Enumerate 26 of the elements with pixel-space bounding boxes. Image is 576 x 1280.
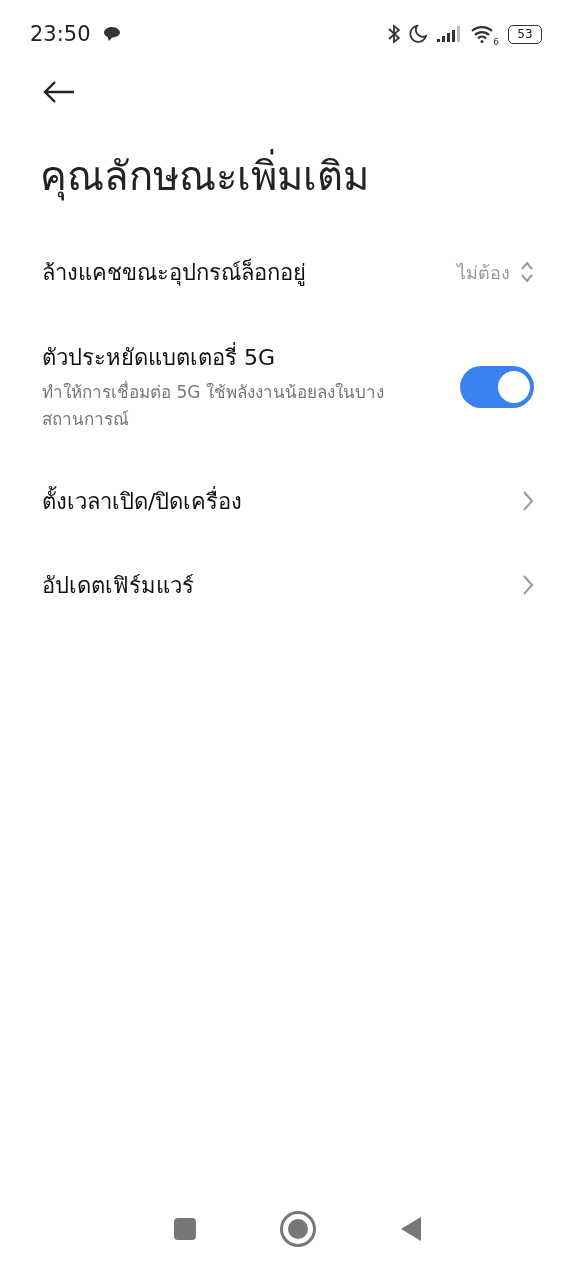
bluetooth-icon <box>388 24 400 44</box>
chevron-right-icon <box>522 490 534 513</box>
wifi-standard-label: 6 <box>493 37 499 47</box>
wifi-icon <box>470 25 494 43</box>
toggle-switch[interactable] <box>460 365 534 408</box>
signal-icon <box>436 25 462 43</box>
back-nav-button[interactable] <box>400 1216 423 1242</box>
setting-label: อัปเดตเฟิร์มแวร์ <box>42 571 195 600</box>
setting-label: ตั้งเวลาเปิด/ปิดเครื่อง <box>42 485 244 516</box>
settings-row[interactable]: ตั้งเวลาเปิด/ปิดเครื่อง <box>0 459 576 544</box>
chat-bubble-icon <box>102 26 121 42</box>
page-title: คุณลักษณะเพิ่มเติม <box>40 144 576 208</box>
settings-row[interactable]: ล้างแคชขณะอุปกรณ์ล็อกอยู่ ไม่ต้อง <box>0 230 576 314</box>
home-button[interactable] <box>283 1214 313 1244</box>
settings-row[interactable]: ตัวประหยัดแบตเตอรี่ 5G ทำให้การเชื่อมต่อ 5G ใช้พลังงานน้อยลงในบางสถานการณ์ <box>0 314 576 460</box>
battery-level-label: 53 <box>517 28 533 40</box>
status-time: 23:50 <box>30 22 91 46</box>
settings-row[interactable]: อัปเดตเฟิร์มแวร์ <box>0 543 576 628</box>
chevron-right-icon <box>522 574 534 597</box>
recents-button[interactable] <box>173 1218 196 1240</box>
up-down-chevron-icon <box>520 260 534 284</box>
setting-description: ทำให้การเชื่อมต่อ 5G ใช้พลังงานน้อยลงในบางสถานการณ์ <box>42 379 385 432</box>
setting-label: ตัวประหยัดแบตเตอรี่ 5G <box>42 340 450 375</box>
setting-value: ไม่ต้อง <box>457 260 510 285</box>
setting-label: ล้างแคชขณะอุปกรณ์ล็อกอยู่ <box>42 257 307 288</box>
moon-icon <box>408 24 428 44</box>
